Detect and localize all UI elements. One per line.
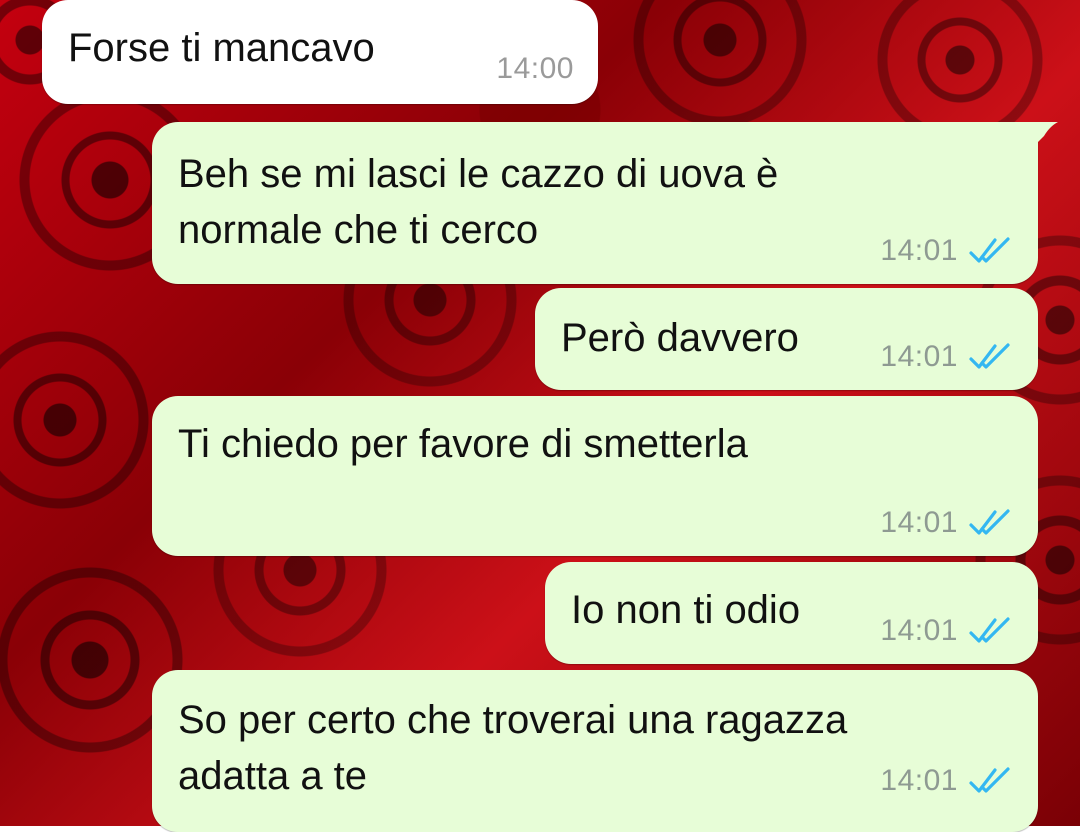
message-bubble-outgoing[interactable]: Però davvero 14:01: [535, 288, 1038, 390]
double-check-read-icon: [969, 509, 1010, 535]
double-check-read-icon: [969, 343, 1010, 369]
message-text: Ti chiedo per favore di smetterla: [178, 422, 748, 466]
bubble-tail: [1028, 122, 1058, 152]
message-time: 14:01: [880, 764, 958, 797]
message-meta: 14:01: [880, 506, 1014, 540]
message-bubble-outgoing[interactable]: Beh se mi lasci le cazzo di uova è norma…: [152, 122, 1058, 284]
message-time: 14:01: [880, 506, 958, 539]
message-bubble-outgoing[interactable]: Ti chiedo per favore di smetterla 14:01: [152, 396, 1038, 556]
message-time: 14:00: [496, 52, 574, 85]
message-meta: 14:00: [496, 52, 574, 86]
double-check-read-icon: [969, 237, 1010, 263]
message-time: 14:01: [880, 340, 958, 373]
message-meta: 14:01: [880, 340, 1014, 374]
message-time: 14:01: [880, 614, 958, 647]
message-bubble-incoming[interactable]: Forse ti mancavo 14:00: [42, 0, 598, 104]
message-text: So per certo che troverai una ragazza ad…: [178, 698, 848, 798]
message-bubble-outgoing[interactable]: So per certo che troverai una ragazza ad…: [152, 670, 1038, 832]
message-meta: 14:01: [880, 764, 1014, 798]
message-text: Però davvero: [561, 316, 799, 360]
message-text: Io non ti odio: [571, 588, 801, 632]
double-check-read-icon: [969, 617, 1010, 643]
message-meta: 14:01: [880, 234, 1014, 268]
message-time: 14:01: [880, 234, 958, 267]
message-meta: 14:01: [880, 614, 1014, 648]
message-text: Forse ti mancavo: [68, 26, 375, 70]
double-check-read-icon: [969, 767, 1010, 793]
message-text: Beh se mi lasci le cazzo di uova è norma…: [178, 152, 779, 252]
message-bubble-outgoing[interactable]: Io non ti odio 14:01: [545, 562, 1038, 664]
